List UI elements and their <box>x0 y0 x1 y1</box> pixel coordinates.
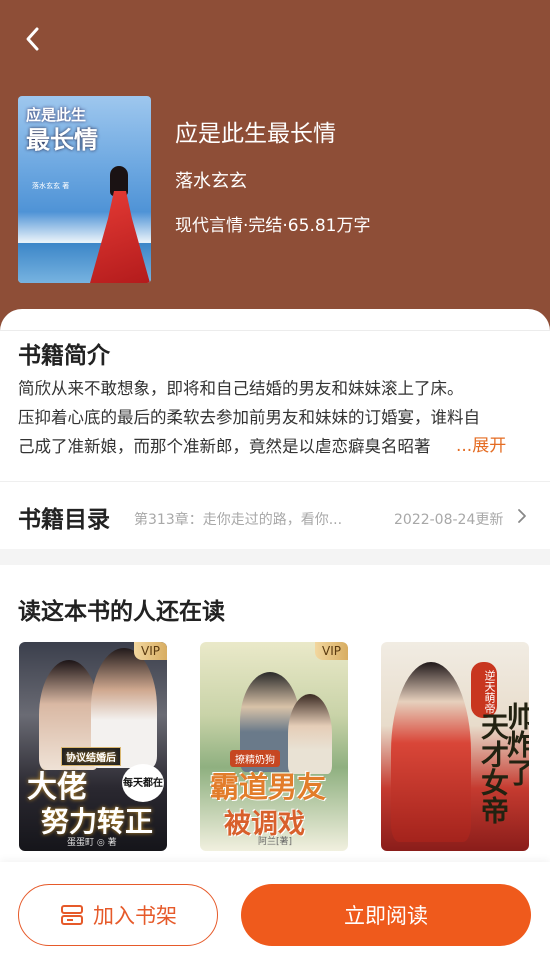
cover-title-bottom: 帅炸了 <box>503 702 529 786</box>
cover-title-top: 霸道男友 <box>210 770 327 804</box>
toc-heading: 书籍目录 <box>18 507 110 533</box>
add-to-shelf-button[interactable]: 加入书架 <box>18 884 218 946</box>
intro-line: 己成了准新娘，而那个准新郎，竟然是以虐恋癖臭名昭著 ...展开 <box>18 432 528 461</box>
cover-author: 阿兰[著] <box>258 837 293 847</box>
chevron-right-icon <box>518 509 526 523</box>
back-arrow-icon <box>26 27 39 51</box>
recommended-book-card[interactable]: VIP 撩精奶狗 霸道男友 被调戏 阿兰[著] <box>200 642 348 851</box>
cover-title-bottom: 努力转正 <box>41 805 154 838</box>
recommended-book-card[interactable]: VIP 协议结婚后 大佬 努力转正 每天都在 蛋蛋町 ◎ 著 <box>19 642 167 851</box>
cover-badge: 每天都在 <box>122 764 164 802</box>
add-to-shelf-label: 加入书架 <box>93 904 177 928</box>
read-now-button[interactable]: 立即阅读 <box>241 884 531 946</box>
recommend-heading: 读这本书的人还在读 <box>18 599 225 625</box>
back-button[interactable] <box>16 22 50 56</box>
section-gap <box>0 549 550 565</box>
toc-row[interactable]: 书籍目录 第313章：走你走过的路，看你... 2022-08-24更新 <box>0 482 550 549</box>
vip-badge: VIP <box>134 642 167 660</box>
intro-line: 简欣从来不敢想象，即将和自己结婚的男友和妹妹滚上了床。 <box>18 379 464 398</box>
intro-line-text: 己成了准新娘，而那个准新郎，竟然是以虐恋癖臭名昭著 <box>18 437 431 456</box>
update-date: 2022-08-24更新 <box>394 512 504 528</box>
book-header: 应是此生 最长情 落水玄玄 著 应是此生最长情 落水玄玄 现代言情·完结·65.… <box>0 0 550 330</box>
cover-title-line2: 最长情 <box>26 125 98 154</box>
book-meta: 现代言情·完结·65.81万字 <box>175 216 371 236</box>
expand-link[interactable]: ...展开 <box>456 432 506 461</box>
cover-author: 蛋蛋町 ◎ 著 <box>67 838 117 848</box>
latest-chapter: 第313章：走你走过的路，看你... <box>134 512 343 528</box>
cover-author: 落水玄玄 著 <box>32 182 70 190</box>
bottom-action-bar: 加入书架 立即阅读 <box>0 862 550 965</box>
cover-title-line1: 应是此生 <box>26 106 87 124</box>
book-cover: 应是此生 最长情 落水玄玄 著 <box>18 96 151 283</box>
intro-heading: 书籍简介 <box>18 343 110 369</box>
intro-text[interactable]: 简欣从来不敢想象，即将和自己结婚的男友和妹妹滚上了床。 压抑着心底的最后的柔软去… <box>18 374 528 461</box>
divider <box>0 330 550 331</box>
intro-line: 压抑着心底的最后的柔软去参加前男友和妹妹的订婚宴，谁料自 <box>18 408 480 427</box>
book-title: 应是此生最长情 <box>175 121 336 147</box>
cover-tag: 逆天萌帝 <box>471 662 497 718</box>
book-author[interactable]: 落水玄玄 <box>175 167 247 193</box>
vip-badge: VIP <box>315 642 348 660</box>
bookshelf-icon <box>61 905 83 925</box>
recommended-book-card[interactable]: 逆天萌帝 天才女帝 帅炸了 <box>381 642 529 851</box>
